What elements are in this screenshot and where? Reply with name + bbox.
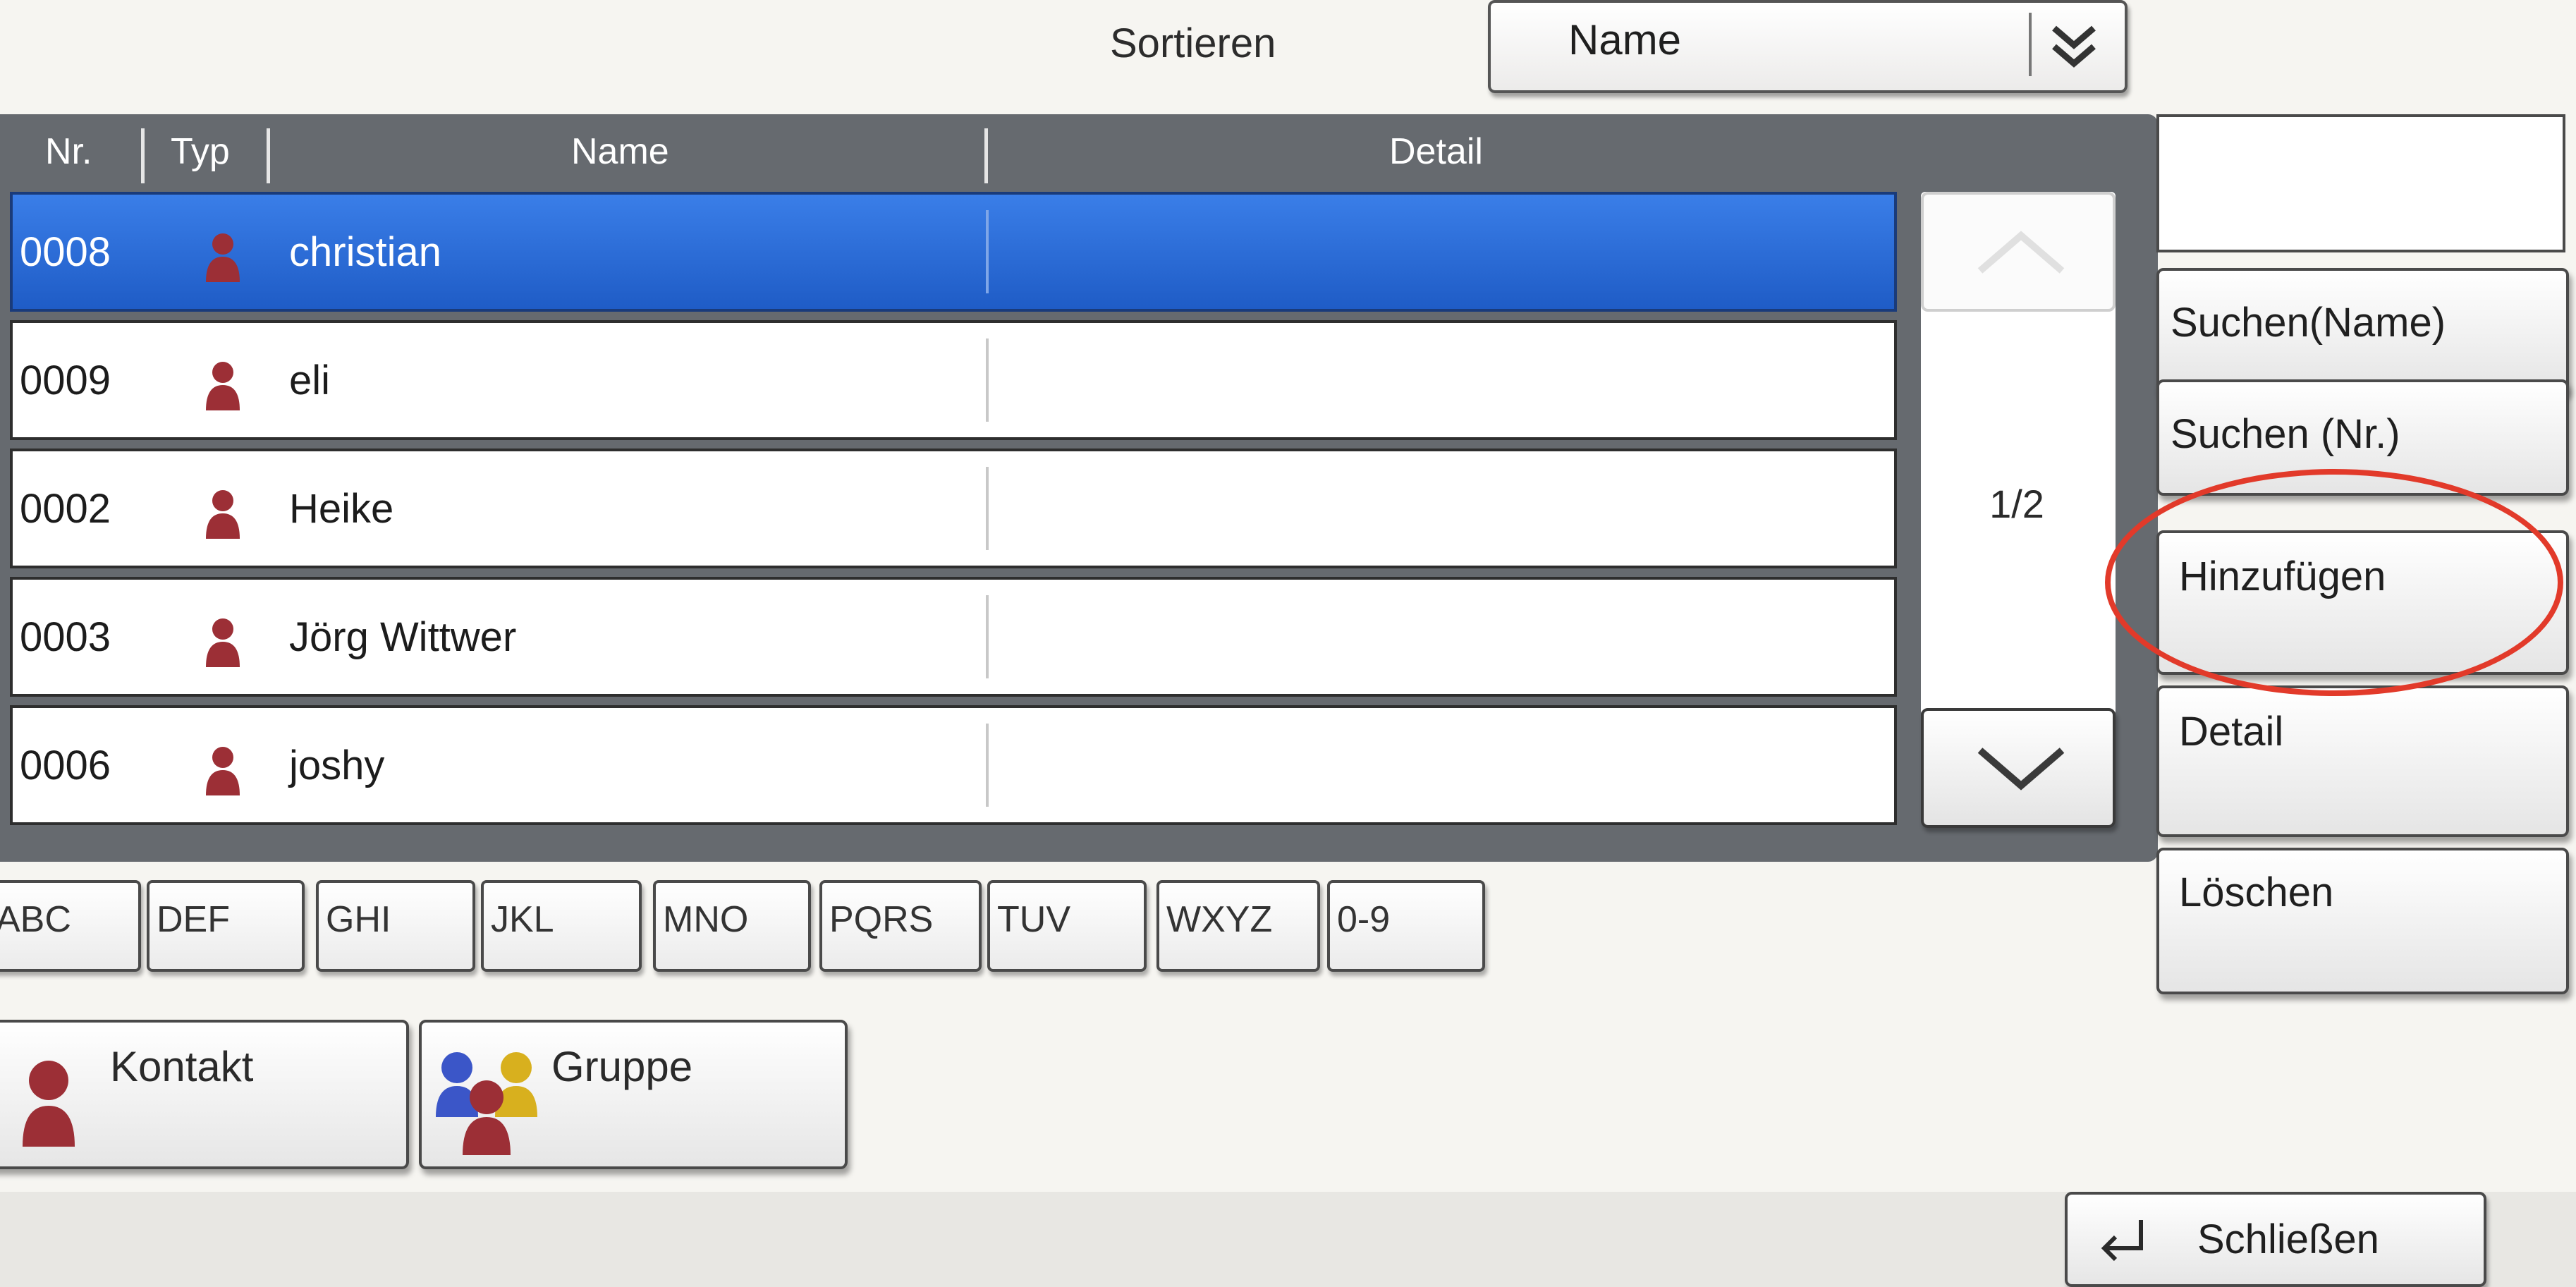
letter-filter-ghi[interactable]: GHI [316, 880, 475, 972]
chevron-down-icon [1977, 748, 2065, 791]
column-separator [141, 128, 145, 183]
return-arrow-icon [2101, 1220, 2143, 1262]
scroll-down-button[interactable] [1921, 708, 2116, 828]
person-icon [206, 747, 240, 795]
group-type-button[interactable]: Gruppe [419, 1020, 848, 1169]
column-header-typ: Typ [171, 131, 230, 172]
delete-label: Löschen [2179, 870, 2334, 915]
table-row[interactable]: 0008 christian [10, 192, 1897, 312]
row-name: Jörg Wittwer [289, 614, 517, 660]
close-label: Schließen [2197, 1216, 2379, 1262]
person-icon [206, 618, 240, 667]
group-type-label: Gruppe [551, 1043, 693, 1090]
chevron-up-icon [1977, 231, 2065, 274]
column-separator [267, 128, 270, 183]
person-icon [206, 233, 240, 282]
letter-filter-pqrs[interactable]: PQRS [819, 880, 982, 972]
person-icon [206, 362, 240, 410]
detail-separator [986, 210, 989, 293]
row-number: 0006 [20, 743, 111, 788]
dropdown-divider [2029, 13, 2032, 76]
table-row[interactable]: 0002 Heike [10, 449, 1897, 568]
row-name: eli [289, 358, 331, 403]
double-chevron-down-icon [2052, 25, 2096, 68]
delete-button[interactable]: Löschen [2156, 848, 2569, 994]
row-number: 0009 [20, 358, 111, 403]
letter-filter-mno[interactable]: MNO [653, 880, 811, 972]
column-header-name: Name [571, 131, 669, 172]
letter-filter-def[interactable]: DEF [147, 880, 305, 972]
search-nr-label: Suchen (Nr.) [2171, 411, 2400, 457]
row-name: Heike [289, 486, 394, 532]
detail-separator [986, 724, 989, 807]
column-header-detail: Detail [1389, 131, 1483, 172]
row-name: joshy [289, 743, 385, 788]
detail-label: Detail [2179, 709, 2284, 755]
sort-dropdown[interactable]: Name [1488, 0, 2128, 93]
row-name: christian [289, 229, 441, 275]
close-button[interactable]: Schließen [2065, 1192, 2486, 1287]
detail-button[interactable]: Detail [2156, 685, 2569, 837]
detail-separator [986, 467, 989, 550]
letter-filter-jkl[interactable]: JKL [481, 880, 642, 972]
search-name-label: Suchen(Name) [2171, 300, 2446, 346]
contact-type-label: Kontakt [110, 1043, 254, 1090]
detail-separator [986, 595, 989, 678]
highlight-circle-annotation [2105, 469, 2563, 696]
page-indicator: 1/2 [1989, 482, 2044, 526]
detail-separator [986, 338, 989, 422]
search-name-button[interactable]: Suchen(Name) [2156, 268, 2569, 395]
row-number: 0002 [20, 486, 111, 532]
letter-filter-wxyz[interactable]: WXYZ [1156, 880, 1320, 972]
person-icon [23, 1061, 75, 1147]
group-icon [436, 1052, 537, 1155]
letter-filter-0-9[interactable]: 0-9 [1327, 880, 1485, 972]
scroll-up-button[interactable] [1921, 192, 2116, 312]
table-row[interactable]: 0003 Jörg Wittwer [10, 577, 1897, 697]
column-header-nr: Nr. [45, 131, 92, 172]
letter-filter-tuv[interactable]: TUV [987, 880, 1147, 972]
letter-filter-abc[interactable]: ABC [0, 880, 141, 972]
table-row[interactable]: 0009 eli [10, 320, 1897, 440]
table-row[interactable]: 0006 joshy [10, 705, 1897, 825]
row-number: 0008 [20, 229, 111, 275]
contact-type-button[interactable]: Kontakt [0, 1020, 409, 1169]
info-display-box [2156, 114, 2565, 252]
column-separator [984, 128, 988, 183]
person-icon [206, 490, 240, 539]
row-number: 0003 [20, 614, 111, 660]
sort-value: Name [1568, 16, 1682, 63]
sort-label: Sortieren [1110, 20, 1276, 66]
